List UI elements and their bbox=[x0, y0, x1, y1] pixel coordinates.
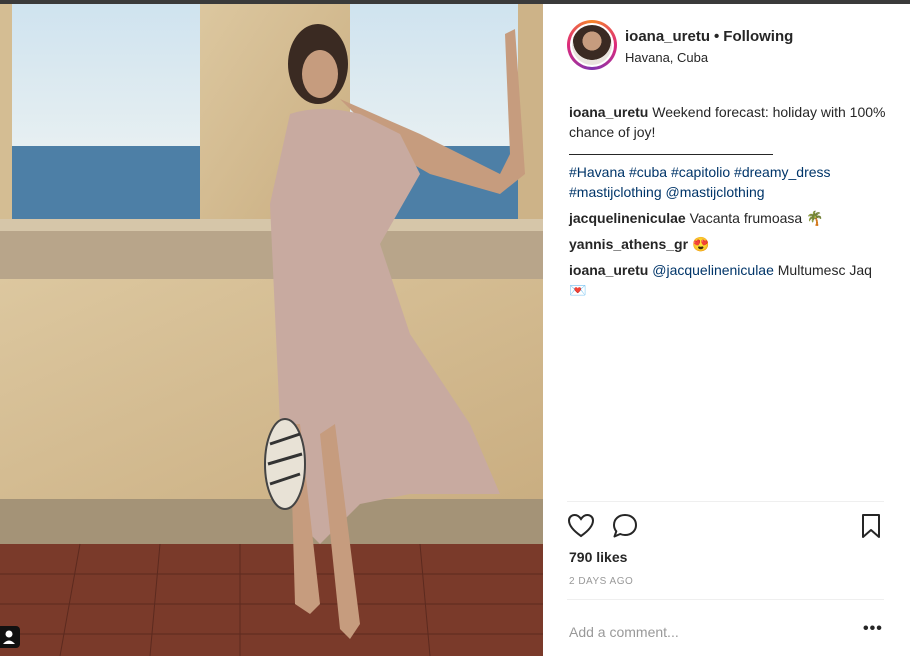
action-bar bbox=[567, 512, 887, 542]
caption-divider bbox=[569, 142, 773, 155]
comment-username[interactable]: ioana_uretu bbox=[569, 262, 648, 278]
avatar-image bbox=[572, 25, 612, 65]
love-letter-emoji: 💌 bbox=[569, 282, 587, 298]
mention-link[interactable]: @mastijclothing bbox=[666, 184, 765, 200]
photo-illustration bbox=[0, 4, 543, 656]
comment-username[interactable]: yannis_athens_gr bbox=[569, 236, 688, 252]
actions-divider bbox=[567, 501, 884, 502]
caption-username[interactable]: ioana_uretu bbox=[569, 104, 648, 120]
user-tag-icon[interactable] bbox=[0, 626, 20, 648]
add-comment-input[interactable] bbox=[569, 622, 839, 642]
avatar-story-ring[interactable] bbox=[567, 20, 617, 70]
post-photo[interactable] bbox=[0, 4, 543, 656]
likes-count[interactable]: 790 likes bbox=[569, 549, 627, 565]
list-item: jacquelineniculae Vacanta frumoasa 🌴 bbox=[569, 208, 889, 228]
hashtag-link[interactable]: #cuba bbox=[629, 164, 667, 180]
hashtag-link[interactable]: #dreamy_dress bbox=[734, 164, 831, 180]
comments-list: ioana_uretu Weekend forecast: holiday wi… bbox=[569, 102, 889, 306]
header-username[interactable]: ioana_uretu bbox=[625, 28, 710, 45]
list-item: yannis_athens_gr 😍 bbox=[569, 234, 889, 254]
hashtag-link[interactable]: #capitolio bbox=[671, 164, 730, 180]
comment-text: Vacanta frumoasa bbox=[689, 210, 803, 226]
header-user-line: ioana_uretu • Following bbox=[625, 28, 793, 45]
post-header: ioana_uretu • Following Havana, Cuba bbox=[543, 4, 910, 88]
mention-link[interactable]: @jacquelineniculae bbox=[652, 262, 774, 278]
comment-icon[interactable] bbox=[611, 512, 641, 542]
palm-tree-emoji: 🌴 bbox=[806, 210, 824, 226]
hashtag-link[interactable]: #mastijclothing bbox=[569, 184, 662, 200]
hashtag-link[interactable]: #Havana bbox=[569, 164, 625, 180]
comment-username[interactable]: jacquelineniculae bbox=[569, 210, 686, 226]
post-detail-panel: ioana_uretu • Following Havana, Cuba ioana… bbox=[543, 4, 910, 656]
avatar bbox=[570, 23, 614, 67]
comment-box-divider bbox=[567, 599, 884, 600]
header-separator: • bbox=[714, 28, 720, 45]
comment-text: Multumesc Jaq bbox=[777, 262, 872, 278]
user-tag-glyph bbox=[3, 630, 15, 644]
location-link[interactable]: Havana, Cuba bbox=[625, 50, 708, 65]
more-options-button[interactable]: ••• bbox=[863, 620, 883, 638]
list-item: ioana_uretu @jacquelineniculae Multumesc… bbox=[569, 260, 889, 300]
following-button[interactable]: Following bbox=[723, 28, 793, 45]
post-date[interactable]: 2 DAYS AGO bbox=[569, 576, 633, 587]
heart-eyes-emoji: 😍 bbox=[691, 236, 710, 252]
heart-icon[interactable] bbox=[567, 512, 597, 542]
bookmark-icon[interactable] bbox=[857, 512, 887, 542]
caption: ioana_uretu Weekend forecast: holiday wi… bbox=[569, 102, 889, 202]
